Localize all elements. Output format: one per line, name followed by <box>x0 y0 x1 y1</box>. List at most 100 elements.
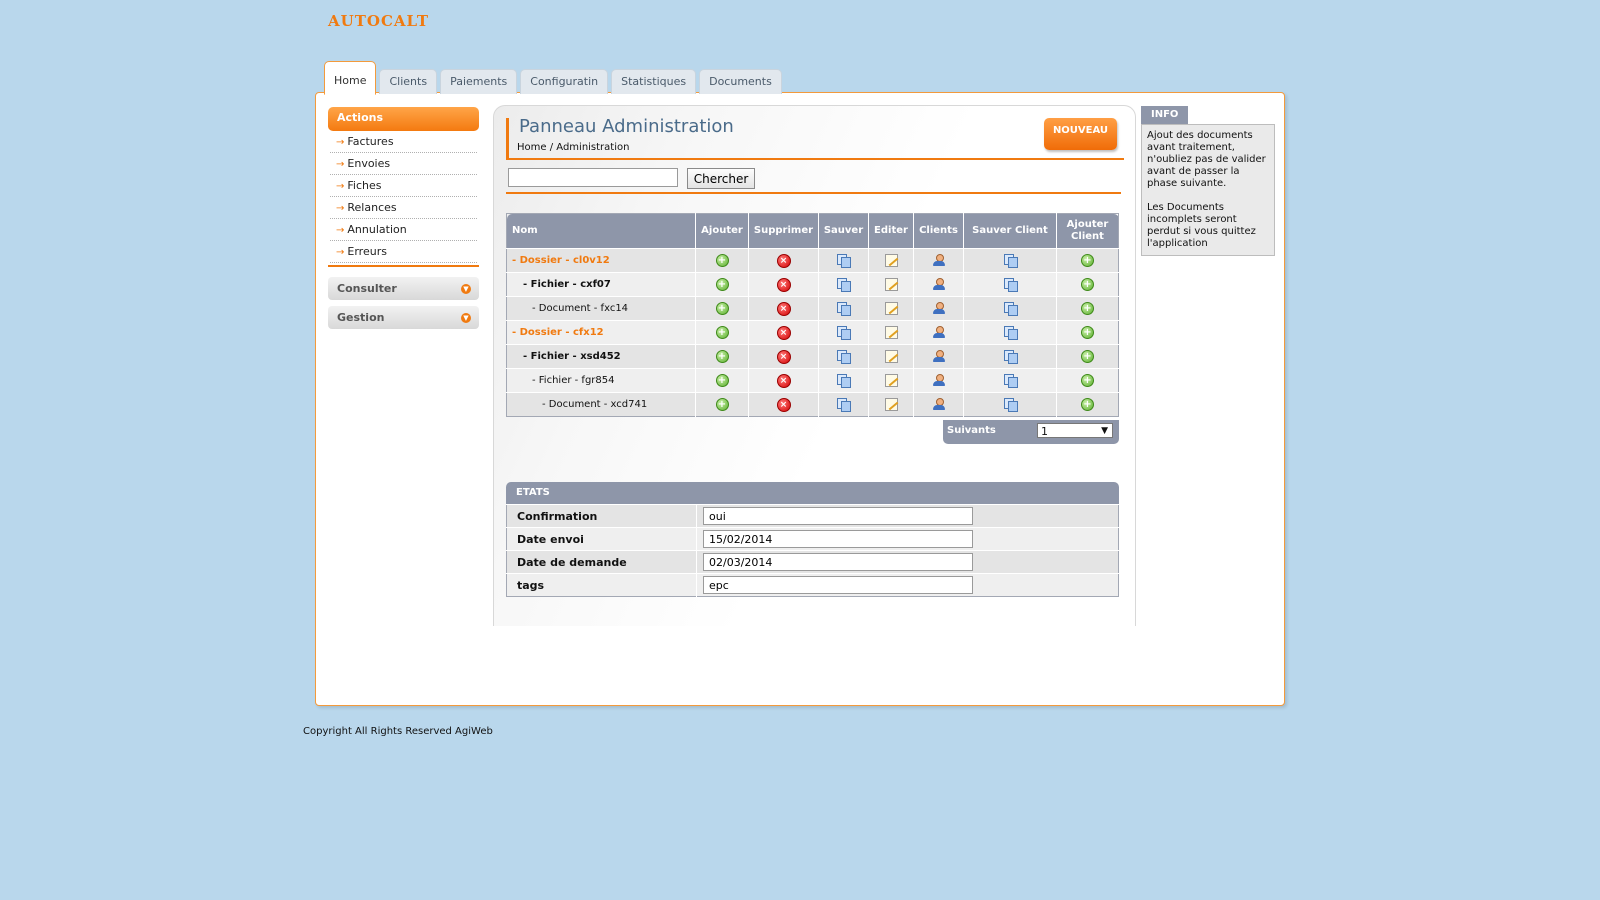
pagination: Suivants 1 ▼ <box>943 420 1119 444</box>
date-envoi-field[interactable] <box>703 530 973 548</box>
edit-icon[interactable] <box>884 374 898 387</box>
user-icon[interactable] <box>932 326 945 339</box>
tab-home[interactable]: Home <box>324 61 377 95</box>
user-icon[interactable] <box>932 278 945 291</box>
add-icon[interactable]: + <box>715 278 729 291</box>
new-button[interactable]: NOUVEAU <box>1044 118 1117 150</box>
delete-icon[interactable]: × <box>776 349 791 364</box>
add-icon[interactable]: + <box>715 398 729 411</box>
action-cell-clients <box>913 248 964 273</box>
user-icon[interactable] <box>932 302 945 315</box>
table-header-row: Nom Ajouter Supprimer Sauver Editer Clie… <box>506 213 1119 249</box>
edit-icon[interactable] <box>884 278 898 291</box>
copy-icon[interactable] <box>1003 374 1018 388</box>
sidebar-item-relances[interactable]: → Relances <box>330 197 477 219</box>
add-icon[interactable]: + <box>1081 278 1094 291</box>
footer-copyright: Copyright All Rights Reserved AgiWeb <box>303 726 493 737</box>
add-icon[interactable]: + <box>715 302 729 315</box>
copy-icon[interactable] <box>1003 302 1018 316</box>
sidebar-divider <box>328 265 479 267</box>
add-icon[interactable]: + <box>1081 374 1094 387</box>
table-row: - Fichier - xsd452 + × + <box>506 344 1119 369</box>
page-select[interactable]: 1 ▼ <box>1037 423 1113 438</box>
row-name[interactable]: - Document - fxc14 <box>512 303 628 314</box>
action-cell-ajouter: + <box>695 392 749 417</box>
edit-icon[interactable] <box>884 350 898 363</box>
user-icon[interactable] <box>932 254 945 267</box>
copy-icon[interactable] <box>1003 398 1018 412</box>
copy-icon[interactable] <box>837 254 851 268</box>
edit-icon[interactable] <box>884 254 898 267</box>
table-row: - Dossier - cl0v12 + × + <box>506 248 1119 273</box>
tab-documents[interactable]: Documents <box>699 69 782 94</box>
copy-icon[interactable] <box>1003 254 1018 268</box>
search-input[interactable] <box>508 168 678 187</box>
sidebar-item-erreurs[interactable]: → Erreurs <box>330 241 477 263</box>
section-consulter[interactable]: Consulter ▼ <box>328 277 479 300</box>
arrow-right-icon: → <box>336 159 345 170</box>
sidebar-item-envoies[interactable]: → Envoies <box>330 153 477 175</box>
sidebar-item-annulation[interactable]: → Annulation <box>330 219 477 241</box>
copy-icon[interactable] <box>837 374 851 388</box>
etats-row: Date de demande <box>506 550 1119 574</box>
copy-icon[interactable] <box>837 326 851 340</box>
add-icon[interactable]: + <box>1081 302 1094 315</box>
row-name[interactable]: - Fichier - fgr854 <box>512 375 615 386</box>
tab-configuration[interactable]: Configuratin <box>520 69 609 94</box>
action-cell-sauver-client <box>963 344 1057 369</box>
date-demande-field[interactable] <box>703 553 973 571</box>
tab-statistiques[interactable]: Statistiques <box>611 69 697 94</box>
add-icon[interactable]: + <box>715 326 729 339</box>
chevron-down-icon: ▼ <box>461 313 471 323</box>
action-cell-sauver-client <box>963 320 1057 345</box>
delete-icon[interactable]: × <box>776 397 791 412</box>
section-gestion[interactable]: Gestion ▼ <box>328 306 479 329</box>
add-icon[interactable]: + <box>715 350 729 363</box>
add-icon[interactable]: + <box>1081 398 1094 411</box>
user-icon[interactable] <box>932 398 945 411</box>
add-icon[interactable]: + <box>1081 254 1094 267</box>
action-cell-supprimer: × <box>748 272 819 297</box>
delete-icon[interactable]: × <box>776 301 791 316</box>
tab-clients[interactable]: Clients <box>379 69 438 94</box>
sidebar-item-fiches[interactable]: → Fiches <box>330 175 477 197</box>
search-button[interactable]: Chercher <box>687 168 755 189</box>
row-name[interactable]: - Dossier - cfx12 <box>512 327 604 338</box>
add-icon[interactable]: + <box>715 254 729 267</box>
edit-icon[interactable] <box>884 326 898 339</box>
user-icon[interactable] <box>932 374 945 387</box>
edit-icon[interactable] <box>884 398 898 411</box>
add-icon[interactable]: + <box>1081 326 1094 339</box>
breadcrumb-home[interactable]: Home <box>517 142 547 153</box>
sidebar-item-factures[interactable]: → Factures <box>330 131 477 153</box>
copy-icon[interactable] <box>837 278 851 292</box>
copy-icon[interactable] <box>837 398 851 412</box>
copy-icon[interactable] <box>1003 350 1018 364</box>
row-name[interactable]: - Fichier - cxf07 <box>512 279 611 290</box>
edit-icon[interactable] <box>884 302 898 315</box>
row-name[interactable]: - Document - xcd741 <box>512 399 647 410</box>
copy-icon[interactable] <box>1003 278 1018 292</box>
row-name[interactable]: - Fichier - xsd452 <box>512 351 621 362</box>
row-name[interactable]: - Dossier - cl0v12 <box>512 255 610 266</box>
add-icon[interactable]: + <box>715 374 729 387</box>
field-cell <box>696 573 1119 597</box>
user-icon[interactable] <box>932 350 945 363</box>
actions-list: → Factures → Envoies → Fiches → Relances → An… <box>328 131 479 263</box>
action-cell-ajouter: + <box>695 368 749 393</box>
delete-icon[interactable]: × <box>776 253 791 268</box>
confirmation-field[interactable] <box>703 507 973 525</box>
action-cell-editer <box>868 344 914 369</box>
add-icon[interactable]: + <box>1081 350 1094 363</box>
delete-icon[interactable]: × <box>776 277 791 292</box>
copy-icon[interactable] <box>1003 326 1018 340</box>
copy-icon[interactable] <box>837 350 851 364</box>
delete-icon[interactable]: × <box>776 373 791 388</box>
action-cell-ajouter-client: + <box>1056 368 1119 393</box>
table-row: - Dossier - cfx12 + × + <box>506 320 1119 345</box>
tags-field[interactable] <box>703 576 973 594</box>
delete-icon[interactable]: × <box>776 325 791 340</box>
chevron-down-icon: ▼ <box>461 284 471 294</box>
copy-icon[interactable] <box>837 302 851 316</box>
tab-paiements[interactable]: Paiements <box>440 69 518 94</box>
